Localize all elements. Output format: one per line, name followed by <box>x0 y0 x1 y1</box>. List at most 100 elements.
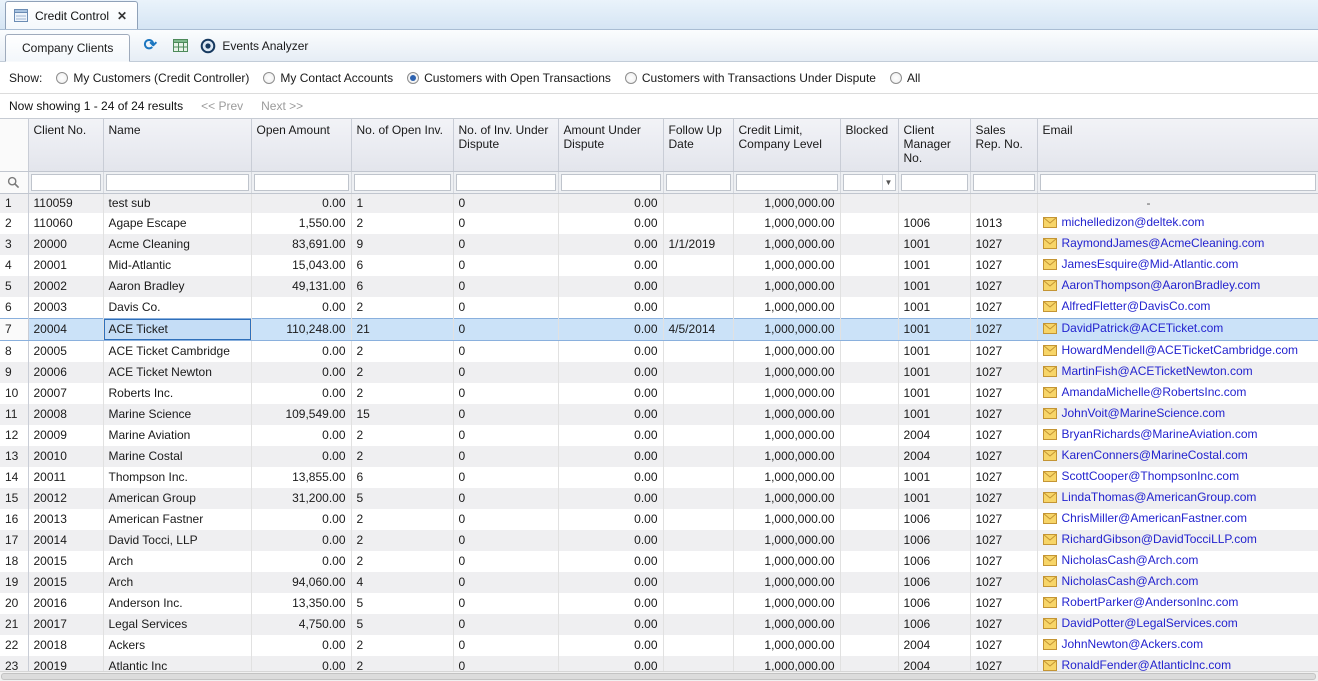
table-row[interactable]: 520002Aaron Bradley49,131.00600.001,000,… <box>0 276 1318 297</box>
cell-email[interactable]: RobertParker@AndersonInc.com <box>1037 593 1318 614</box>
table-row[interactable]: 1220009Marine Aviation0.00200.001,000,00… <box>0 425 1318 446</box>
show-option-0[interactable]: My Customers (Credit Controller) <box>56 71 249 85</box>
prev-link[interactable]: << Prev <box>201 99 243 113</box>
cell-email[interactable]: AaronThompson@AaronBradley.com <box>1037 276 1318 297</box>
row-number[interactable]: 1 <box>0 193 28 213</box>
row-number[interactable]: 10 <box>0 383 28 404</box>
filter-input-blocked[interactable]: ▼ <box>843 174 896 191</box>
cell-amount_under_dispute[interactable]: 0.00 <box>558 614 663 635</box>
cell-follow_up_date[interactable] <box>663 614 733 635</box>
cell-amount_under_dispute[interactable]: 0.00 <box>558 297 663 319</box>
cell-inv_under_dispute[interactable]: 0 <box>453 572 558 593</box>
cell-sales_rep_no[interactable]: 1027 <box>970 234 1037 255</box>
cell-follow_up_date[interactable] <box>663 341 733 363</box>
cell-sales_rep_no[interactable]: 1027 <box>970 319 1037 341</box>
cell-open_inv[interactable]: 9 <box>351 234 453 255</box>
cell-sales_rep_no[interactable]: 1027 <box>970 467 1037 488</box>
cell-amount_under_dispute[interactable]: 0.00 <box>558 572 663 593</box>
filter-input-open_amount[interactable] <box>254 174 349 191</box>
cell-open_inv[interactable]: 21 <box>351 319 453 341</box>
cell-open_inv[interactable]: 5 <box>351 488 453 509</box>
cell-client_manager_no[interactable]: 1001 <box>898 297 970 319</box>
cell-email[interactable]: RaymondJames@AcmeCleaning.com <box>1037 234 1318 255</box>
row-number[interactable]: 12 <box>0 425 28 446</box>
table-row[interactable]: 1020007Roberts Inc.0.00200.001,000,000.0… <box>0 383 1318 404</box>
cell-amount_under_dispute[interactable]: 0.00 <box>558 509 663 530</box>
cell-amount_under_dispute[interactable]: 0.00 <box>558 656 663 671</box>
row-number[interactable]: 14 <box>0 467 28 488</box>
cell-email[interactable]: AlfredFletter@DavisCo.com <box>1037 297 1318 319</box>
cell-follow_up_date[interactable] <box>663 446 733 467</box>
cell-open_inv[interactable]: 2 <box>351 446 453 467</box>
cell-open_amount[interactable]: 0.00 <box>251 297 351 319</box>
table-row[interactable]: 2220018Ackers0.00200.001,000,000.0020041… <box>0 635 1318 656</box>
cell-blocked[interactable] <box>840 362 898 383</box>
filter-input-credit_limit[interactable] <box>736 174 838 191</box>
cell-blocked[interactable] <box>840 593 898 614</box>
cell-client_manager_no[interactable]: 1001 <box>898 362 970 383</box>
email-link[interactable]: JamesEsquire@Mid-Atlantic.com <box>1062 255 1239 274</box>
cell-follow_up_date[interactable] <box>663 255 733 276</box>
search-icon[interactable] <box>7 176 20 189</box>
cell-name[interactable]: ACE Ticket Newton <box>103 362 251 383</box>
show-option-1[interactable]: My Contact Accounts <box>263 71 393 85</box>
cell-sales_rep_no[interactable]: 1027 <box>970 341 1037 363</box>
table-row[interactable]: 1720014David Tocci, LLP0.00200.001,000,0… <box>0 530 1318 551</box>
cell-credit_limit[interactable]: 1,000,000.00 <box>733 404 840 425</box>
cell-inv_under_dispute[interactable]: 0 <box>453 297 558 319</box>
cell-open_amount[interactable]: 0.00 <box>251 425 351 446</box>
cell-open_inv[interactable]: 6 <box>351 467 453 488</box>
cell-credit_limit[interactable]: 1,000,000.00 <box>733 319 840 341</box>
cell-open_amount[interactable]: 0.00 <box>251 530 351 551</box>
cell-follow_up_date[interactable] <box>663 656 733 671</box>
filter-input-sales_rep_no[interactable] <box>973 174 1035 191</box>
cell-open_inv[interactable]: 2 <box>351 341 453 363</box>
cell-name[interactable]: Davis Co. <box>103 297 251 319</box>
cell-credit_limit[interactable]: 1,000,000.00 <box>733 213 840 234</box>
cell-open_inv[interactable]: 2 <box>351 213 453 234</box>
cell-name[interactable]: Marine Costal <box>103 446 251 467</box>
cell-sales_rep_no[interactable]: 1027 <box>970 614 1037 635</box>
cell-sales_rep_no[interactable]: 1027 <box>970 593 1037 614</box>
cell-email[interactable]: - <box>1037 193 1318 213</box>
row-number[interactable]: 17 <box>0 530 28 551</box>
cell-blocked[interactable] <box>840 383 898 404</box>
filter-input-open_inv[interactable] <box>354 174 451 191</box>
row-number[interactable]: 8 <box>0 341 28 363</box>
cell-open_inv[interactable]: 2 <box>351 509 453 530</box>
filter-input-email[interactable] <box>1040 174 1316 191</box>
cell-email[interactable]: JohnNewton@Ackers.com <box>1037 635 1318 656</box>
cell-follow_up_date[interactable] <box>663 297 733 319</box>
cell-blocked[interactable] <box>840 255 898 276</box>
cell-inv_under_dispute[interactable]: 0 <box>453 488 558 509</box>
cell-name[interactable]: Anderson Inc. <box>103 593 251 614</box>
cell-inv_under_dispute[interactable]: 0 <box>453 467 558 488</box>
column-header-inv_under_dispute[interactable]: No. of Inv. Under Dispute <box>453 119 558 171</box>
table-row[interactable]: 620003Davis Co.0.00200.001,000,000.00100… <box>0 297 1318 319</box>
cell-client_no[interactable]: 20017 <box>28 614 103 635</box>
cell-inv_under_dispute[interactable]: 0 <box>453 276 558 297</box>
cell-open_inv[interactable]: 2 <box>351 551 453 572</box>
cell-blocked[interactable] <box>840 276 898 297</box>
cell-inv_under_dispute[interactable]: 0 <box>453 446 558 467</box>
cell-inv_under_dispute[interactable]: 0 <box>453 404 558 425</box>
cell-sales_rep_no[interactable]: 1027 <box>970 572 1037 593</box>
cell-name[interactable]: American Group <box>103 488 251 509</box>
filter-input-client_manager_no[interactable] <box>901 174 968 191</box>
cell-name[interactable]: Marine Science <box>103 404 251 425</box>
cell-inv_under_dispute[interactable]: 0 <box>453 509 558 530</box>
cell-client_no[interactable]: 20012 <box>28 488 103 509</box>
cell-client_manager_no[interactable]: 1006 <box>898 551 970 572</box>
cell-credit_limit[interactable]: 1,000,000.00 <box>733 656 840 671</box>
row-number[interactable]: 7 <box>0 319 28 341</box>
cell-follow_up_date[interactable] <box>663 635 733 656</box>
cell-name[interactable]: Atlantic Inc <box>103 656 251 671</box>
table-row[interactable]: 2110060Agape Escape1,550.00200.001,000,0… <box>0 213 1318 234</box>
email-link[interactable]: RaymondJames@AcmeCleaning.com <box>1062 234 1265 253</box>
cell-inv_under_dispute[interactable]: 0 <box>453 593 558 614</box>
cell-blocked[interactable] <box>840 446 898 467</box>
cell-open_amount[interactable]: 0.00 <box>251 362 351 383</box>
cell-email[interactable]: NicholasCash@Arch.com <box>1037 551 1318 572</box>
cell-follow_up_date[interactable] <box>663 276 733 297</box>
column-header-follow_up_date[interactable]: Follow Up Date <box>663 119 733 171</box>
